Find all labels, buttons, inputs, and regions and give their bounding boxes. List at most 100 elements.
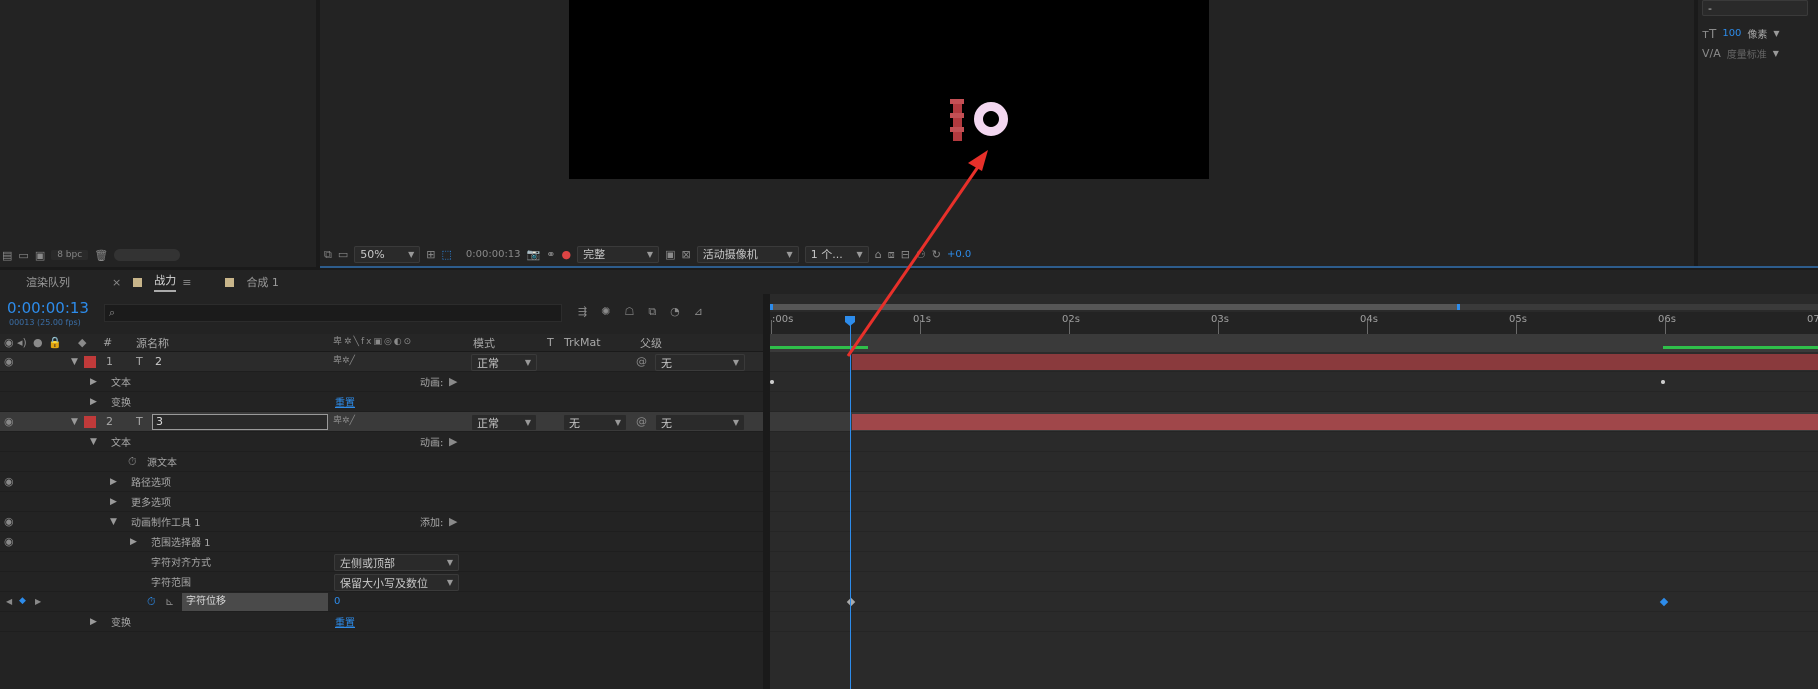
flowchart-icon[interactable]: ⚇ <box>916 249 926 260</box>
draft-3d-icon[interactable]: ✺ <box>601 306 610 317</box>
time-ruler[interactable]: :00s 01s 02s 03s 04s 05s 06s 07 <box>770 312 1818 334</box>
navigator-range[interactable] <box>770 304 1460 310</box>
keyframe-marker[interactable] <box>770 380 774 384</box>
twirl-closed-icon[interactable]: ▶ <box>110 477 117 487</box>
font-style-dropdown[interactable]: - <box>1702 0 1808 16</box>
mode-dropdown[interactable]: 正常 ▼ <box>471 414 537 431</box>
animate-menu-icon[interactable]: ▶ <box>449 376 457 387</box>
prop-row[interactable]: ▶ 变换 重置 <box>0 392 763 412</box>
camera-dropdown[interactable]: 活动摄像机 ▼ <box>696 245 799 263</box>
chevron-down-icon[interactable]: ▼ <box>1773 49 1779 58</box>
eye-icon[interactable]: ◉ <box>4 516 14 527</box>
prop-row[interactable]: ▶ 更多选项 <box>0 492 763 512</box>
frame-blending-icon[interactable]: ⧉ <box>648 306 656 317</box>
channel-icon[interactable]: ● <box>561 249 571 260</box>
tab-menu-icon[interactable]: ≡ <box>182 277 191 288</box>
thumbnail-slider[interactable] <box>114 249 181 261</box>
always-preview-icon[interactable]: ⧉ <box>324 249 332 260</box>
pickwhip-icon[interactable]: @ <box>636 356 647 367</box>
time-navigator[interactable] <box>770 304 1818 310</box>
new-comp-icon[interactable]: ▣ <box>35 250 45 261</box>
graph-icon[interactable]: ⊾ <box>165 596 174 607</box>
grid-guides-icon[interactable]: ⊞ <box>426 249 435 260</box>
trkmat-dropdown[interactable]: 无 ▼ <box>563 414 627 431</box>
parent-dropdown[interactable]: 无 ▼ <box>655 354 745 371</box>
add-menu-icon[interactable]: ▶ <box>449 516 457 527</box>
prop-row[interactable]: ◉ ▼ 动画制作工具 1 添加: ▶ <box>0 512 763 532</box>
prop-row[interactable]: ▼ 文本 动画: ▶ <box>0 432 763 452</box>
prop-char-offset[interactable]: 字符位移 <box>182 593 328 611</box>
mask-visibility-icon[interactable]: ⬚ <box>441 249 451 260</box>
timeline-icon[interactable]: ⊟ <box>901 249 910 260</box>
font-size-value[interactable]: 100 <box>1722 28 1741 39</box>
char-range-dropdown[interactable]: 保留大小写及数位 ▼ <box>334 574 459 591</box>
add-keyframe-icon[interactable]: ◆ <box>19 597 26 606</box>
motion-blur-icon[interactable]: ◔ <box>670 306 680 317</box>
tab-comp1[interactable]: 合成 1 <box>246 274 279 290</box>
reset-exposure-icon[interactable]: ↻ <box>932 249 941 260</box>
twirl-open-icon[interactable]: ▼ <box>90 437 97 447</box>
prop-row[interactable]: 字符范围 保留大小写及数位 ▼ <box>0 572 763 592</box>
interpret-footage-icon[interactable]: ▤ <box>2 250 12 261</box>
close-icon[interactable]: × <box>112 277 121 288</box>
transparency-grid-icon[interactable]: ⊠ <box>681 249 690 260</box>
prop-row[interactable]: ◉ ▶ 路径选项 <box>0 472 763 492</box>
bpc-button[interactable]: 8 bpc <box>51 250 89 260</box>
views-dropdown[interactable]: 1 个... ▼ <box>804 245 869 263</box>
parent-dropdown[interactable]: 无 ▼ <box>655 414 745 431</box>
toggle-pixel-icon[interactable]: ⌂ <box>875 249 882 260</box>
show-snapshot-icon[interactable]: ⚭ <box>546 249 555 260</box>
eye-icon[interactable]: ◉ <box>4 356 14 367</box>
mode-dropdown[interactable]: 正常 ▼ <box>471 354 537 371</box>
prop-row[interactable]: ◀ ◆ ▶ ⏱ ⊾ 字符位移 0 <box>0 592 763 612</box>
eye-icon[interactable]: ◉ <box>4 536 14 547</box>
exposure-value[interactable]: +0.0 <box>947 249 971 260</box>
char-align-dropdown[interactable]: 左侧或顶部 ▼ <box>334 554 459 571</box>
layer-switches-icon[interactable]: 卑✲╱ <box>333 417 355 426</box>
prop-row[interactable]: ▶ 文本 动画: ▶ <box>0 372 763 392</box>
zoom-dropdown[interactable]: 50% ▼ <box>354 245 421 263</box>
selected-text-layer[interactable] <box>949 97 965 143</box>
twirl-open-icon[interactable]: ▼ <box>71 357 78 367</box>
reset-link[interactable]: 重置 <box>335 394 355 409</box>
twirl-closed-icon[interactable]: ▶ <box>90 377 97 387</box>
work-area-bar[interactable] <box>770 334 1818 352</box>
stopwatch-active-icon[interactable]: ⏱ <box>147 596 156 607</box>
roi-icon[interactable]: ▣ <box>665 249 675 260</box>
playhead-line[interactable] <box>850 324 851 689</box>
viewer-timecode[interactable]: 0:00:00:13 <box>466 249 521 260</box>
kerning-value[interactable]: 度量标准 <box>1727 46 1767 61</box>
layer-row[interactable]: ◉ ▼ 2 T 3 卑✲╱ 正常 ▼ 无 ▼ @ 无 ▼ <box>0 412 763 432</box>
monitor-icon[interactable]: ▭ <box>338 249 348 260</box>
layer-bar[interactable] <box>852 354 1818 370</box>
reset-link[interactable]: 重置 <box>335 614 355 629</box>
layer-name-input[interactable]: 3 <box>152 414 328 430</box>
stopwatch-icon[interactable]: ⏱ <box>128 456 137 467</box>
chevron-down-icon[interactable]: ▼ <box>1773 29 1779 38</box>
prop-row[interactable]: ◉ ▶ 范围选择器 1 <box>0 532 763 552</box>
layer-bar[interactable] <box>852 414 1818 430</box>
fast-preview-icon[interactable]: ⧈ <box>888 249 895 260</box>
shy-icon[interactable]: ☖ <box>624 306 634 317</box>
twirl-closed-icon[interactable]: ▶ <box>110 497 117 507</box>
keyframe-marker[interactable] <box>1661 380 1665 384</box>
tab-zhanli[interactable]: 战力 <box>154 272 177 292</box>
char-offset-value[interactable]: 0 <box>334 596 340 607</box>
twirl-closed-icon[interactable]: ▶ <box>130 537 137 547</box>
resolution-dropdown[interactable]: 完整 ▼ <box>577 245 660 263</box>
twirl-open-icon[interactable]: ▼ <box>71 417 78 427</box>
layer-name[interactable]: 2 <box>155 355 162 368</box>
eye-icon[interactable]: ◉ <box>4 476 14 487</box>
twirl-closed-icon[interactable]: ▶ <box>90 397 97 407</box>
layer-color-label[interactable] <box>84 415 96 428</box>
layer-row[interactable]: ◉ ▼ 1 T 2 卑✲╱ 正常 ▼ @ 无 ▼ <box>0 352 763 372</box>
comp-mini-flowchart-icon[interactable]: ⇶ <box>578 306 587 317</box>
eye-icon[interactable]: ◉ <box>4 416 14 427</box>
animate-menu-icon[interactable]: ▶ <box>449 436 457 447</box>
prop-row[interactable]: ⏱ 源文本 <box>0 452 763 472</box>
keyframe-diamond[interactable] <box>846 597 856 607</box>
layer-color-label[interactable] <box>84 355 96 368</box>
new-folder-icon[interactable]: ▭ <box>18 250 28 261</box>
keyframe-diamond[interactable] <box>1659 597 1669 607</box>
trash-icon[interactable]: 🗑 <box>94 250 108 261</box>
